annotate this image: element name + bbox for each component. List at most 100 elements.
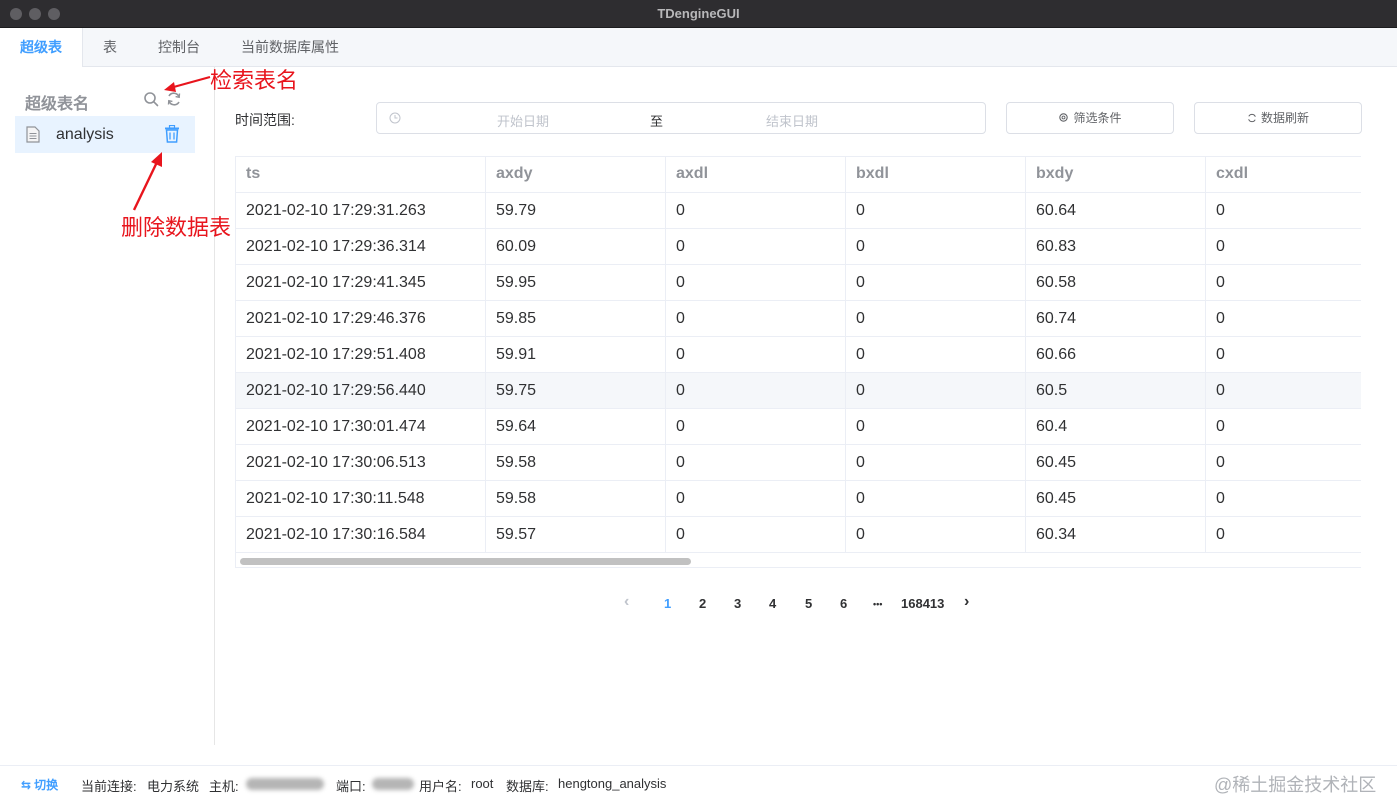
status-bar: ⇆ 切换 当前连接: 电力系统 主机: 端口: 用户名: root 数据库: he…: [0, 765, 1397, 800]
host-value-redacted: [246, 778, 324, 790]
trash-icon[interactable]: [164, 125, 180, 143]
sidebar-item-analysis[interactable]: analysis: [15, 116, 195, 153]
start-date-input[interactable]: 开始日期: [497, 111, 549, 130]
page-button[interactable]: 3: [734, 596, 741, 616]
user-value: root: [471, 776, 494, 791]
column-header[interactable]: cxdl: [1206, 157, 1361, 193]
annotation-delete-note: 删除数据表: [121, 215, 232, 240]
table-row[interactable]: 2021-02-10 17:30:01.474 59.64 0 0 60.4 0: [236, 409, 1361, 445]
table-row[interactable]: 2021-02-10 17:29:36.314 60.09 0 0 60.83 0: [236, 229, 1361, 265]
annotation-search-note: 检索表名: [210, 68, 299, 93]
table-row[interactable]: 2021-02-10 17:30:06.513 59.58 0 0 60.45 0: [236, 445, 1361, 481]
table-row[interactable]: 2021-02-10 17:29:46.376 59.85 0 0 60.74 0: [236, 301, 1361, 337]
table-cell: 0: [846, 337, 1026, 373]
table-cell: 59.91: [486, 337, 666, 373]
switch-label: 切换: [34, 778, 59, 792]
tab-database-properties[interactable]: 当前数据库属性: [241, 28, 339, 67]
sidebar-title: 超级表名: [25, 96, 90, 113]
table-cell: 0: [666, 373, 846, 409]
table-cell: 59.75: [486, 373, 666, 409]
filter-conditions-button[interactable]: 筛选条件: [1006, 102, 1174, 134]
table-row[interactable]: 2021-02-10 17:30:16.584 59.57 0 0 60.34 0: [236, 517, 1361, 553]
table-row[interactable]: 2021-02-10 17:30:11.548 59.58 0 0 60.45 0: [236, 481, 1361, 517]
page-button[interactable]: 6: [840, 596, 847, 616]
table-cell: 60.74: [1026, 301, 1206, 337]
column-header[interactable]: bxdy: [1026, 157, 1206, 193]
table-cell: 0: [666, 265, 846, 301]
title-bar: TDengineGUI: [0, 0, 1397, 28]
tab-tables[interactable]: 表: [103, 28, 117, 67]
time-range-label: 时间范围:: [235, 112, 295, 128]
table-cell: 0: [846, 229, 1026, 265]
gear-icon: [1059, 113, 1069, 122]
page-button[interactable]: 1: [664, 596, 671, 616]
table-cell: 0: [666, 229, 846, 265]
table-row[interactable]: 2021-02-10 17:29:41.345 59.95 0 0 60.58 0: [236, 265, 1361, 301]
document-icon: [26, 126, 40, 143]
table-row[interactable]: 2021-02-10 17:29:31.263 59.79 0 0 60.64 0: [236, 193, 1361, 229]
table-cell: 60.09: [486, 229, 666, 265]
table-cell: 60.45: [1026, 481, 1206, 517]
more-pages-button[interactable]: •••: [873, 599, 882, 619]
table-row[interactable]: 2021-02-10 17:29:56.440 59.75 0 0 60.5 0: [236, 373, 1361, 409]
table-cell: 0: [846, 409, 1026, 445]
table-cell: 59.64: [486, 409, 666, 445]
last-page-button[interactable]: 168413: [901, 596, 944, 616]
tab-super-tables[interactable]: 超级表: [0, 28, 83, 68]
column-header[interactable]: axdy: [486, 157, 666, 193]
page-button[interactable]: 2: [699, 596, 706, 616]
table-cell: 60.64: [1026, 193, 1206, 229]
annotation-arrow-delete: [132, 152, 162, 211]
table-cell: 0: [1206, 517, 1361, 553]
table-cell: 2021-02-10 17:30:16.584: [236, 517, 486, 553]
table-cell: 0: [846, 301, 1026, 337]
table-cell: 59.79: [486, 193, 666, 229]
column-header[interactable]: ts: [236, 157, 486, 193]
table-row[interactable]: 2021-02-10 17:29:51.408 59.91 0 0 60.66 0: [236, 337, 1361, 373]
annotation-arrow-search: [164, 75, 211, 92]
prev-page-button[interactable]: ‹: [624, 593, 629, 613]
table-cell: 0: [1206, 265, 1361, 301]
table-cell: 0: [846, 445, 1026, 481]
table-cell: 59.58: [486, 445, 666, 481]
tab-console[interactable]: 控制台: [158, 28, 200, 67]
column-header[interactable]: bxdl: [846, 157, 1026, 193]
connection-value: 电力系统: [147, 779, 200, 794]
table-cell: 0: [846, 193, 1026, 229]
table-cell: 59.85: [486, 301, 666, 337]
column-header[interactable]: axdl: [666, 157, 846, 193]
main-tabs: 超级表 表 控制台 当前数据库属性: [0, 28, 1397, 68]
table-cell: 60.83: [1026, 229, 1206, 265]
user-label: 用户名:: [419, 779, 462, 794]
table-cell: 0: [666, 409, 846, 445]
date-range-picker[interactable]: 开始日期 至 结束日期: [376, 102, 986, 134]
end-date-input[interactable]: 结束日期: [766, 111, 818, 130]
data-table: ts axdy axdl bxdl bxdy cxdl 2021-02-10 1…: [235, 156, 1361, 568]
page-button[interactable]: 5: [805, 596, 812, 616]
switch-connection-button[interactable]: ⇆ 切换: [21, 776, 58, 793]
table-cell: 59.58: [486, 481, 666, 517]
horizontal-scrollbar[interactable]: [240, 558, 691, 565]
refresh-data-label: 数据刷新: [1260, 111, 1309, 125]
app-window: TDengineGUI 超级表 表 控制台 当前数据库属性 超级表名 analy…: [0, 0, 1397, 800]
table-cell: 0: [1206, 229, 1361, 265]
refresh-icon: [1248, 113, 1256, 123]
table-cell: 2021-02-10 17:30:01.474: [236, 409, 486, 445]
table-cell: 2021-02-10 17:29:56.440: [236, 373, 486, 409]
table-cell: 0: [666, 301, 846, 337]
page-button[interactable]: 4: [769, 596, 776, 616]
table-cell: 60.4: [1026, 409, 1206, 445]
table-cell: 0: [1206, 373, 1361, 409]
host-label: 主机:: [209, 779, 239, 794]
search-icon[interactable]: [143, 91, 159, 107]
table-cell: 0: [666, 481, 846, 517]
switch-icon: ⇆: [21, 778, 32, 792]
table-cell: 0: [1206, 481, 1361, 517]
database-label: 数据库:: [506, 779, 549, 794]
table-cell: 59.57: [486, 517, 666, 553]
table-cell: 59.95: [486, 265, 666, 301]
table-cell: 0: [1206, 193, 1361, 229]
port-label: 端口:: [336, 779, 366, 794]
next-page-button[interactable]: ›: [964, 593, 969, 613]
refresh-data-button[interactable]: 数据刷新: [1194, 102, 1362, 134]
